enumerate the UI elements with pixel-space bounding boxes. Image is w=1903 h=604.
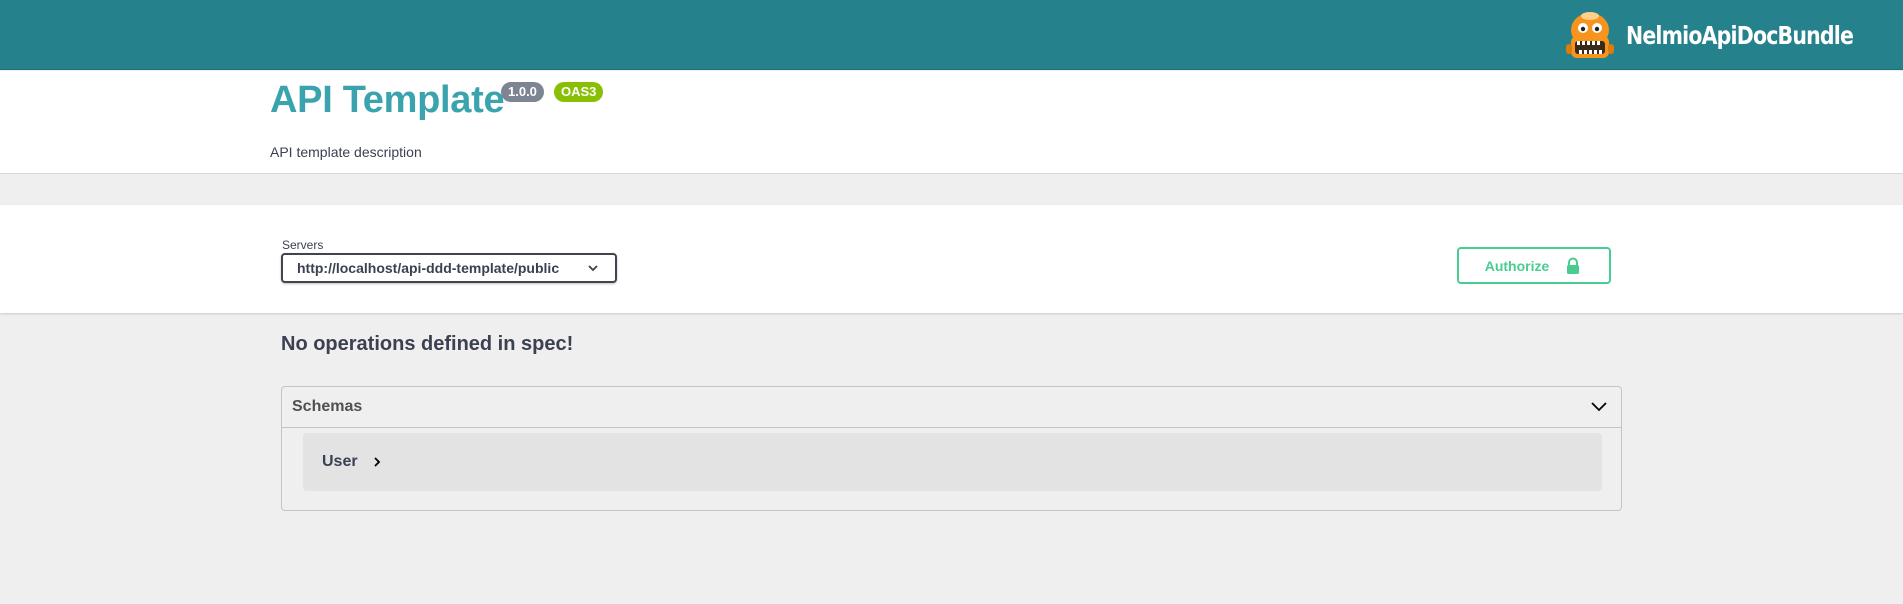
scheme-container: Servers http://localhost/api-ddd-templat…	[0, 205, 1903, 313]
brand-name: NelmioApiDocBundle	[1626, 20, 1854, 50]
authorize-button[interactable]: Authorize	[1457, 247, 1611, 284]
chevron-down-icon	[588, 265, 598, 272]
schemas-toggle[interactable]	[1587, 395, 1611, 419]
api-info: API Template 1.0.0 OAS3 API template des…	[0, 71, 1903, 174]
schema-item-user[interactable]: User	[303, 433, 1602, 491]
nelmio-mascot-icon	[1566, 12, 1615, 58]
lock-icon	[1567, 257, 1580, 274]
schemas-section: Schemas User	[281, 386, 1622, 511]
schemas-header[interactable]: Schemas	[282, 387, 1621, 428]
schemas-title: Schemas	[292, 398, 363, 415]
servers-selected-value: http://localhost/api-ddd-template/public	[297, 260, 560, 276]
version-badge: 1.0.0	[501, 82, 544, 102]
brand-link[interactable]: NelmioApiDocBundle	[1562, 8, 1863, 62]
chevron-right-icon	[373, 457, 380, 467]
page-title: API Template	[270, 79, 505, 121]
servers-select[interactable]: http://localhost/api-ddd-template/public	[281, 253, 617, 283]
chevron-down-icon	[1591, 402, 1607, 412]
schema-item-label: User	[322, 453, 358, 470]
api-description: API template description	[270, 144, 422, 160]
authorize-label: Authorize	[1484, 257, 1550, 274]
top-bar: NelmioApiDocBundle	[0, 0, 1903, 70]
no-operations-message: No operations defined in spec!	[281, 333, 574, 355]
servers-label: Servers	[282, 238, 324, 252]
oas-badge: OAS3	[554, 82, 604, 102]
